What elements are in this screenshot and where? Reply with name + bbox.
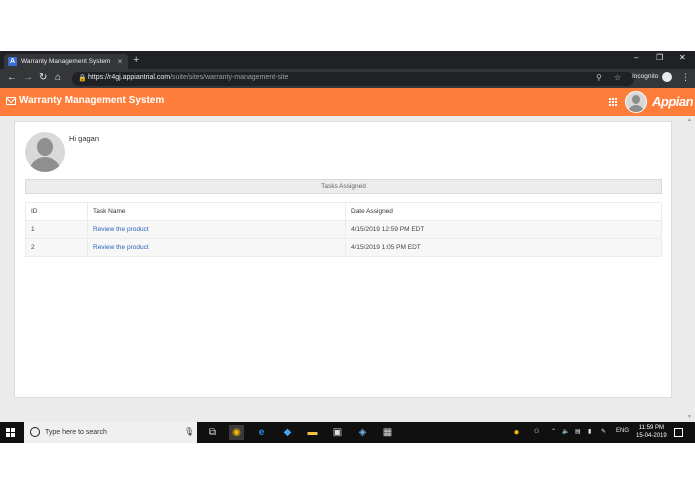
volume-icon[interactable]: 🔈 [562, 428, 569, 435]
browser-toolbar: ← → ↻ ⌂ 🔒 https://r4gj.appiantrial.com/s… [0, 69, 695, 88]
show-hidden-icons-icon[interactable]: ⌃ [551, 428, 556, 435]
back-icon[interactable]: ← [7, 72, 17, 84]
cell-date: 4/15/2019 1:05 PM EDT [345, 238, 662, 257]
cell-id: 2 [25, 238, 88, 257]
table-row: 1 Review the product 4/15/2019 12:59 PM … [25, 220, 662, 239]
forward-icon[interactable]: → [23, 72, 33, 84]
table-row: 2 Review the product 4/15/2019 1:05 PM E… [25, 238, 662, 257]
appian-favicon-icon: A [8, 57, 17, 66]
tab-title: Warranty Management System [21, 58, 111, 65]
pinned-app-2-icon[interactable]: ▦ [380, 425, 395, 440]
tasks-card: Hi gagan Tasks Assigned ID Task Name Dat… [14, 121, 672, 398]
home-icon[interactable]: ⌂ [55, 72, 61, 84]
task-view-icon[interactable]: ⧉ [205, 425, 220, 440]
column-header-task-name[interactable]: Task Name [87, 202, 346, 221]
apps-grid-icon[interactable] [609, 98, 618, 106]
task-link[interactable]: Review the product [87, 238, 346, 257]
scroll-down-arrow-icon[interactable]: ▼ [687, 414, 692, 420]
new-tab-button[interactable]: + [133, 54, 139, 66]
section-header: Tasks Assigned [25, 179, 662, 194]
zoom-search-icon[interactable]: ⚲ [596, 73, 602, 82]
microphone-icon[interactable]: 🎙 [184, 427, 194, 436]
people-icon[interactable]: ⚇ [534, 428, 539, 435]
windows-taskbar: Type here to search 🎙 ⧉ ◉ e ◆ ▬ ▣ ◈ ▦ ● … [0, 422, 695, 443]
close-window-icon[interactable]: ✕ [679, 53, 686, 62]
taskbar-search-box[interactable]: Type here to search 🎙 [24, 422, 197, 443]
cell-date: 4/15/2019 12:59 PM EDT [345, 220, 662, 239]
store-app-icon[interactable]: ◆ [280, 425, 295, 440]
tab-close-icon[interactable]: × [116, 57, 124, 66]
mail-icon [6, 97, 16, 105]
url-text: https://r4gj.appiantrial.com/suite/sites… [88, 74, 289, 81]
search-icon [30, 427, 40, 437]
column-header-id[interactable]: ID [25, 202, 88, 221]
cell-id: 1 [25, 220, 88, 239]
user-avatar-icon[interactable] [625, 91, 647, 113]
reload-icon[interactable]: ↻ [39, 72, 47, 84]
incognito-icon[interactable] [662, 72, 672, 82]
browser-tab-strip: A Warranty Management System × + – ❐ ✕ [0, 51, 695, 69]
app-header: Warranty Management System Appian [0, 88, 695, 116]
app-title[interactable]: Warranty Management System [19, 95, 164, 106]
pen-icon[interactable]: ✎ [601, 428, 606, 435]
windows-start-icon[interactable] [6, 428, 15, 437]
lock-icon: 🔒 [78, 75, 87, 82]
file-explorer-icon[interactable]: ▬ [305, 425, 320, 440]
language-indicator[interactable]: ENG [616, 428, 629, 434]
tasks-table: ID Task Name Date Assigned 1 Review the … [25, 202, 662, 257]
action-center-icon[interactable] [674, 428, 683, 437]
browser-menu-icon[interactable]: ⋮ [681, 72, 690, 83]
column-header-date-assigned[interactable]: Date Assigned [345, 202, 662, 221]
taskbar-clock[interactable]: 11:59 PM 15-04-2019 [636, 424, 667, 440]
network-icon[interactable]: ▤ [575, 428, 581, 435]
address-bar[interactable]: 🔒 https://r4gj.appiantrial.com/suite/sit… [72, 72, 634, 86]
restore-icon[interactable]: ❐ [656, 53, 663, 62]
task-link[interactable]: Review the product [87, 220, 346, 239]
edge-icon[interactable]: e [254, 425, 269, 440]
browser-tab[interactable]: A Warranty Management System × [4, 54, 128, 69]
greeting-text: Hi gagan [69, 134, 100, 143]
table-header-row: ID Task Name Date Assigned [25, 202, 662, 221]
appian-logo: Appian [652, 94, 694, 109]
battery-icon[interactable]: ▮ [588, 428, 591, 435]
clock-date: 15-04-2019 [636, 433, 667, 439]
clock-time: 11:59 PM [638, 425, 664, 431]
incognito-label: Incognito [632, 73, 659, 80]
taskbar-search-placeholder: Type here to search [45, 429, 107, 436]
scroll-up-arrow-icon[interactable]: ▲ [687, 117, 692, 123]
minimize-icon[interactable]: – [634, 53, 638, 62]
profile-avatar [25, 132, 65, 172]
pinned-app-icon[interactable]: ◈ [355, 425, 370, 440]
tray-app-icon[interactable]: ● [509, 425, 524, 440]
microsoft-store-icon[interactable]: ▣ [330, 425, 345, 440]
chrome-icon[interactable]: ◉ [229, 425, 244, 440]
bookmark-star-icon[interactable]: ☆ [614, 73, 621, 82]
screen: A Warranty Management System × + – ❐ ✕ ←… [0, 51, 695, 443]
